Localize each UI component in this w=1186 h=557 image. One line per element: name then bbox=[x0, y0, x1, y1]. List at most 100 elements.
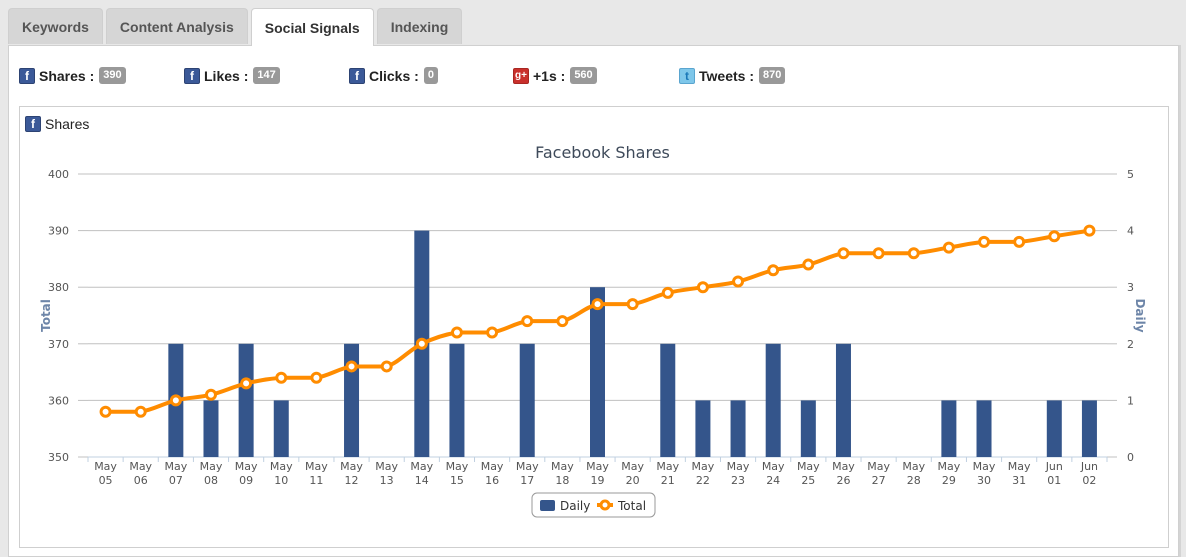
stat-1s: g+ +1s :560 bbox=[513, 67, 597, 84]
x-tick-label-month: May bbox=[832, 460, 855, 473]
stat-likes: f Likes :147 bbox=[184, 67, 280, 84]
daily-bar bbox=[273, 400, 289, 457]
stat-label: +1s : bbox=[533, 67, 566, 84]
x-tick-label-day: 12 bbox=[345, 474, 359, 487]
stat-shares: f Shares :390 bbox=[19, 67, 126, 84]
x-tick-label-day: 13 bbox=[380, 474, 394, 487]
total-point bbox=[310, 371, 323, 384]
stat-tweets: t Tweets :870 bbox=[679, 67, 786, 84]
facebook-shares-chart: Facebook Shares350360370380390400012345T… bbox=[39, 143, 1147, 518]
total-point bbox=[450, 326, 463, 339]
x-tick-label-month: May bbox=[692, 460, 715, 473]
total-point bbox=[134, 405, 147, 418]
x-tick-label-day: 24 bbox=[766, 474, 780, 487]
total-point bbox=[345, 360, 358, 373]
total-point bbox=[380, 360, 393, 373]
chart-title: Facebook Shares bbox=[535, 143, 670, 162]
x-tick-label-day: 14 bbox=[415, 474, 429, 487]
left-axis-title: Total bbox=[39, 299, 53, 332]
daily-bar bbox=[519, 343, 535, 457]
right-tick-label: 4 bbox=[1127, 225, 1134, 238]
x-tick-label-month: May bbox=[902, 460, 925, 473]
stat-count-badge: 870 bbox=[758, 67, 786, 84]
total-point bbox=[521, 315, 534, 328]
right-tick-label: 0 bbox=[1127, 451, 1134, 464]
x-tick-label-month: May bbox=[481, 460, 504, 473]
daily-bar bbox=[765, 343, 781, 457]
total-point bbox=[978, 235, 991, 248]
stat-clicks: f Clicks :0 bbox=[349, 67, 438, 84]
x-tick-label-month: Jun bbox=[1080, 460, 1098, 473]
x-tick-label-day: 26 bbox=[836, 474, 850, 487]
x-tick-label-day: 29 bbox=[942, 474, 956, 487]
right-tick-label: 2 bbox=[1127, 338, 1134, 351]
legend-daily-label: Daily bbox=[560, 499, 590, 513]
x-tick-label-month: May bbox=[410, 460, 433, 473]
tab-keywords[interactable]: Keywords bbox=[8, 8, 103, 44]
x-tick-label-month: May bbox=[340, 460, 363, 473]
tab-content-analysis[interactable]: Content Analysis bbox=[105, 8, 248, 44]
total-point bbox=[802, 258, 815, 271]
x-tick-label-month: May bbox=[270, 460, 293, 473]
right-tick-label: 1 bbox=[1127, 394, 1134, 407]
left-tick-label: 390 bbox=[48, 225, 69, 238]
stat-count-badge: 390 bbox=[99, 67, 126, 84]
total-point bbox=[204, 388, 217, 401]
x-tick-label-month: May bbox=[235, 460, 258, 473]
stat-count-badge: 560 bbox=[570, 67, 597, 84]
left-tick-label: 370 bbox=[48, 338, 69, 351]
total-point bbox=[872, 247, 885, 260]
x-tick-label-day: 07 bbox=[169, 474, 183, 487]
x-tick-label-month: May bbox=[516, 460, 539, 473]
total-point bbox=[591, 298, 604, 311]
x-tick-label-day: 17 bbox=[520, 474, 534, 487]
total-point bbox=[99, 405, 112, 418]
total-point bbox=[1048, 230, 1061, 243]
x-tick-label-day: 11 bbox=[309, 474, 323, 487]
daily-bar bbox=[203, 400, 219, 457]
stat-label: Clicks : bbox=[369, 67, 419, 84]
stat-count-badge: 147 bbox=[253, 67, 280, 84]
x-tick-label-day: 25 bbox=[801, 474, 815, 487]
daily-bar bbox=[941, 400, 957, 457]
total-point bbox=[240, 377, 253, 390]
daily-bar bbox=[660, 343, 676, 457]
x-tick-label-month: May bbox=[867, 460, 890, 473]
total-point bbox=[942, 241, 955, 254]
left-tick-label: 350 bbox=[48, 451, 69, 464]
left-tick-label: 360 bbox=[48, 394, 69, 407]
x-tick-label-month: Jun bbox=[1045, 460, 1063, 473]
x-tick-label-month: May bbox=[727, 460, 750, 473]
legend-total-label: Total bbox=[617, 499, 646, 513]
x-tick-label-day: 28 bbox=[907, 474, 921, 487]
social-stats-bar: f Shares :390 f Likes :147 f Clicks :0 g+ +1s :… bbox=[19, 67, 1169, 87]
stat-label: Tweets : bbox=[699, 67, 754, 84]
tab-bar: Keywords Content Analysis Social Signals In… bbox=[8, 8, 465, 46]
total-point bbox=[1013, 235, 1026, 248]
x-tick-label-day: 01 bbox=[1047, 474, 1061, 487]
right-tick-label: 5 bbox=[1127, 168, 1134, 181]
x-tick-label-day: 18 bbox=[555, 474, 569, 487]
total-point bbox=[696, 281, 709, 294]
left-tick-label: 380 bbox=[48, 281, 69, 294]
x-tick-label-day: 08 bbox=[204, 474, 218, 487]
x-tick-label-day: 20 bbox=[626, 474, 640, 487]
x-tick-label-month: May bbox=[129, 460, 152, 473]
tab-social-signals[interactable]: Social Signals bbox=[250, 8, 374, 46]
x-tick-label-month: May bbox=[938, 460, 961, 473]
total-point bbox=[907, 247, 920, 260]
total-point bbox=[732, 275, 745, 288]
x-tick-label-day: 15 bbox=[450, 474, 464, 487]
x-tick-label-day: 19 bbox=[591, 474, 605, 487]
daily-bar bbox=[238, 343, 254, 457]
total-point bbox=[661, 286, 674, 299]
x-tick-label-month: May bbox=[305, 460, 328, 473]
x-tick-label-month: May bbox=[586, 460, 609, 473]
right-tick-label: 3 bbox=[1127, 281, 1134, 294]
x-tick-label-month: May bbox=[797, 460, 820, 473]
tab-indexing[interactable]: Indexing bbox=[376, 8, 463, 44]
x-tick-label-day: 23 bbox=[731, 474, 745, 487]
x-tick-label-month: May bbox=[973, 460, 996, 473]
right-axis-title: Daily bbox=[1133, 298, 1147, 332]
x-tick-label-month: May bbox=[551, 460, 574, 473]
